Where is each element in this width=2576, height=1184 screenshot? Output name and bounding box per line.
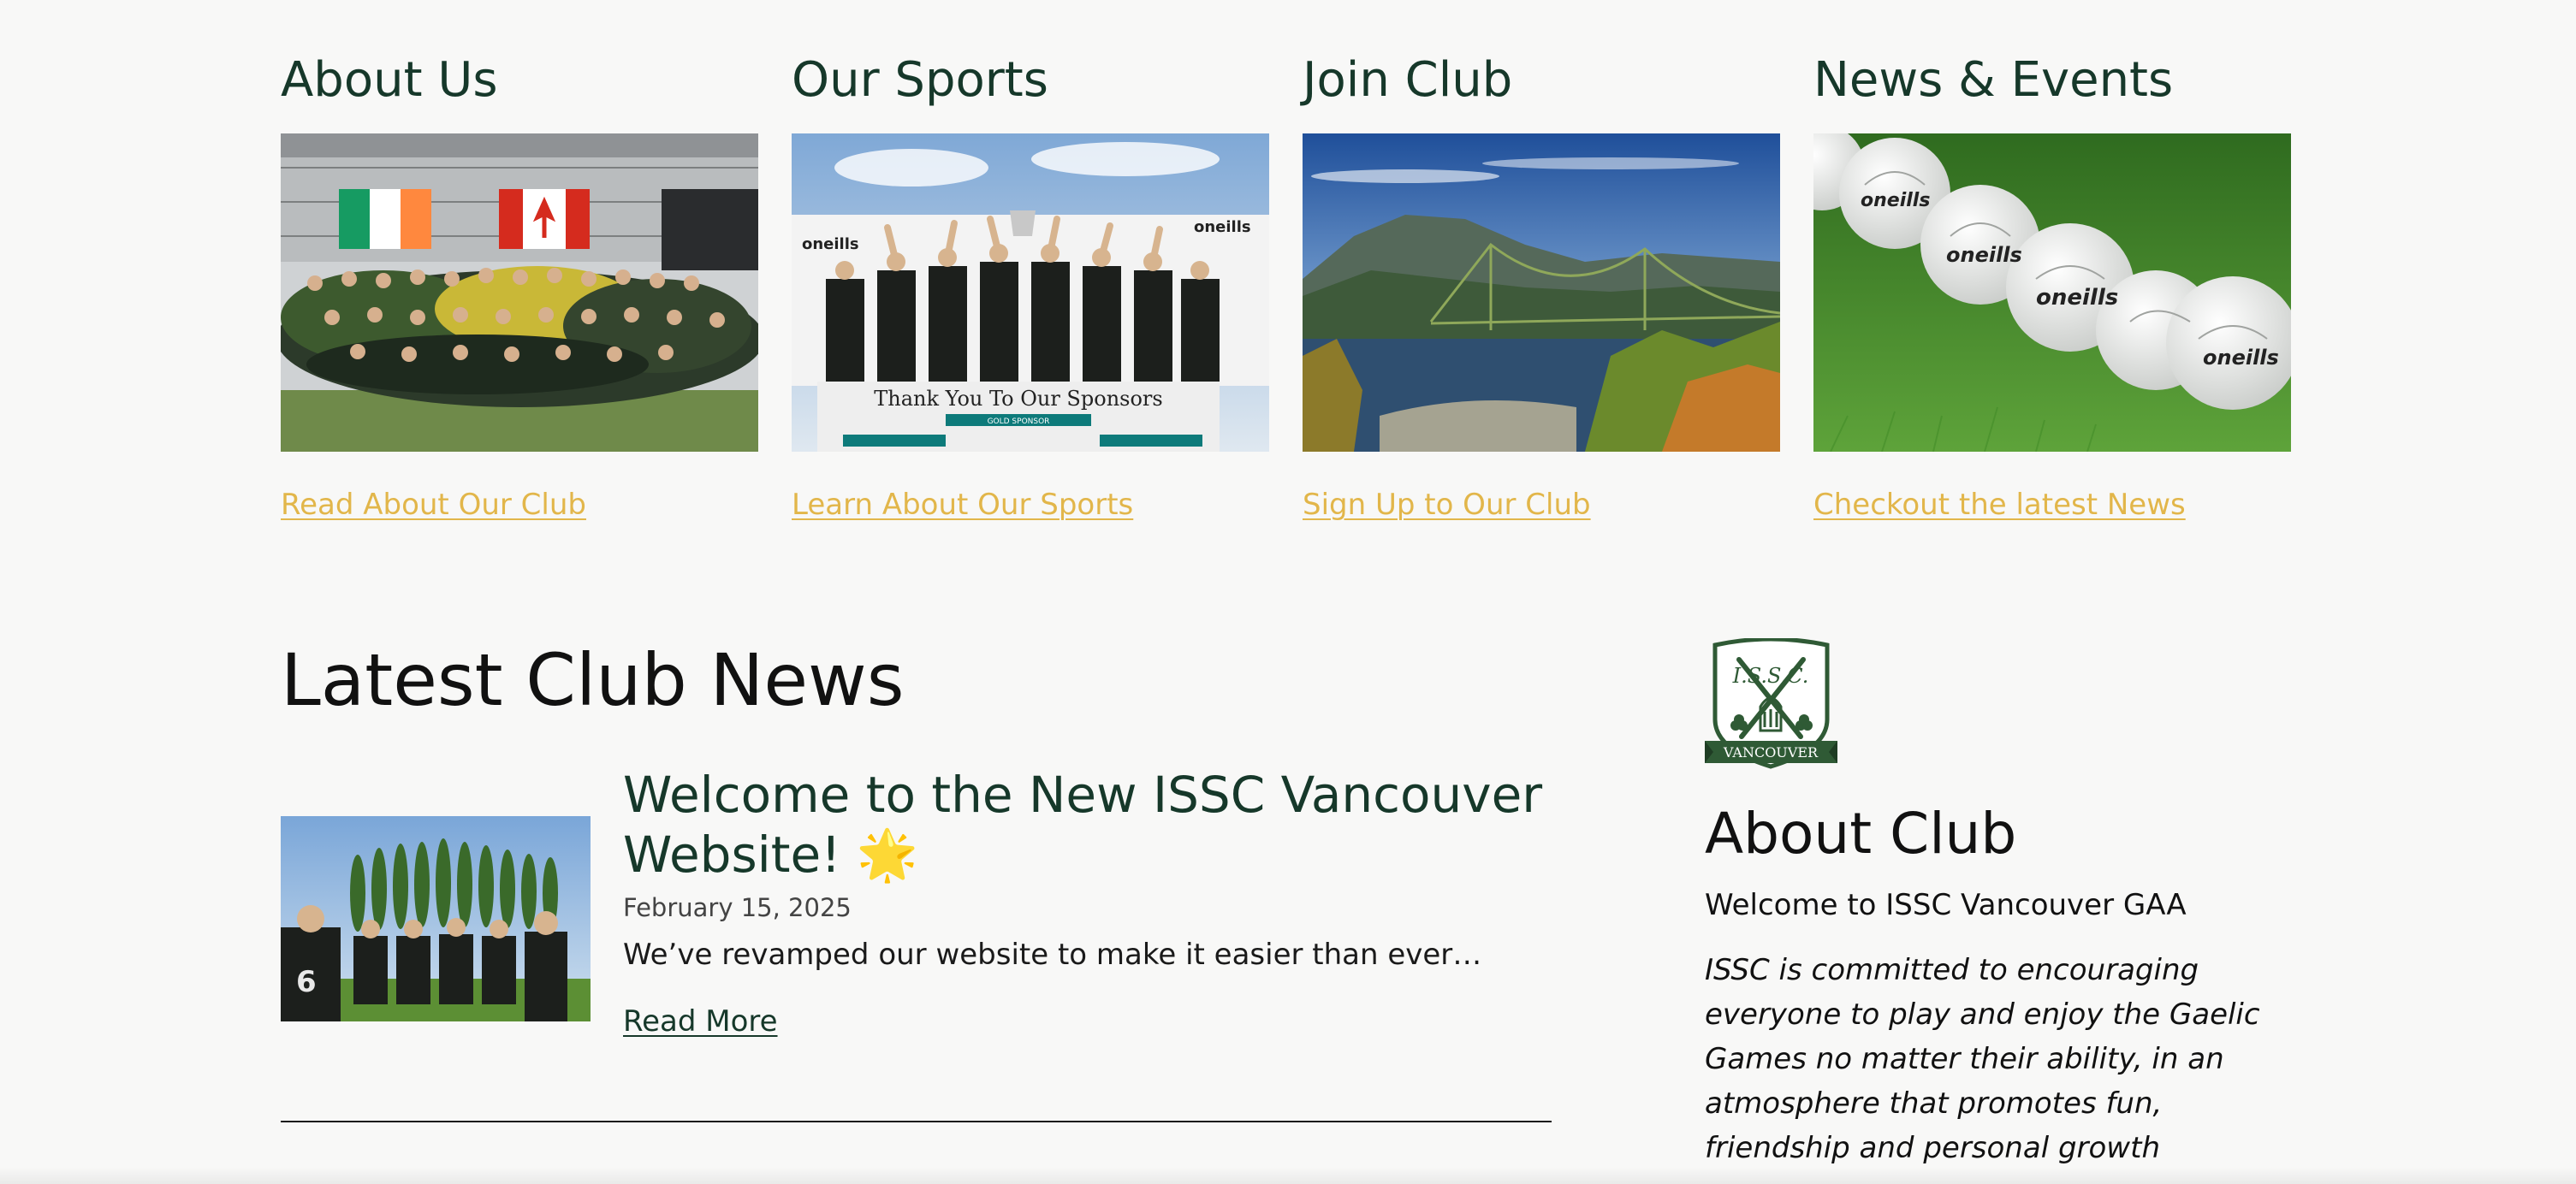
banner-brand-text: oneills [802,235,859,253]
card-our-sports: Our Sports oneills oneills Thank You To … [792,48,1269,522]
read-more-link[interactable]: Read More [623,1004,778,1039]
card-news-events: News & Events oneills oneills oneills on… [1813,48,2291,522]
card-join-club: Join Club Sign Up to Our Club [1303,48,1780,522]
news-post-title[interactable]: Welcome to the New ISSC Vancouver Websit… [623,765,1552,885]
card-title: Our Sports [792,52,1048,108]
card-title: News & Events [1813,52,2174,108]
card-title: Join Club [1303,52,1513,108]
ball-brand-text: oneills [2036,285,2118,311]
team-photo-image[interactable] [281,133,758,452]
bottom-shadow [0,1167,2576,1184]
ball-brand-text: oneills [2203,346,2279,370]
latest-news-section: Latest Club News 6 Welcome to the New IS… [281,633,1552,1122]
ball-brand-text: oneills [1861,190,1930,211]
gold-sponsor-label: GOLD SPONSOR [988,417,1050,426]
ball-brand-text: oneills [1946,243,2022,267]
learn-about-sports-link[interactable]: Learn About Our Sports [792,488,1133,522]
news-post-thumbnail[interactable]: 6 [281,816,591,1021]
about-club-heading: About Club [1705,801,2017,867]
team-celebration-image[interactable]: oneills oneills Thank You To Our Sponsor… [792,133,1269,452]
read-about-club-link[interactable]: Read About Our Club [281,488,586,522]
news-post-date: February 15, 2025 [623,893,852,922]
footballs-on-grass-image[interactable]: oneills oneills oneills oneills [1813,133,2291,452]
club-crest-logo: I.S.S.C. VANCOUVER [1705,638,1837,769]
lions-gate-bridge-image[interactable] [1303,133,1780,452]
welcome-text: Welcome to ISSC Vancouver GAA [1705,888,2187,922]
latest-news-heading: Latest Club News [281,638,905,722]
news-post: 6 Welcome to the New ISSC Vancouver Webs… [281,765,1552,1047]
checkout-news-link[interactable]: Checkout the latest News [1813,488,2186,522]
sign-up-club-link[interactable]: Sign Up to Our Club [1303,488,1591,522]
news-post-body: Welcome to the New ISSC Vancouver Websit… [623,765,1552,1039]
mission-statement: ISSC is committed to encouraging everyon… [1705,953,2260,1165]
card-about-us: About Us Read About Our Club [281,48,758,522]
sponsor-banner-text: Thank You To Our Sponsors [874,387,1162,411]
svg-text:6: 6 [296,965,317,999]
about-club-sidebar: I.S.S.C. VANCOUVER About Club Welcome to… [1705,638,2287,1170]
card-title: About Us [281,52,498,108]
crest-banner-text: VANCOUVER [1723,744,1819,761]
banner-brand-text: oneills [1194,218,1251,236]
news-divider [281,1121,1552,1122]
crest-initials: I.S.S.C. [1732,664,1809,688]
news-post-excerpt: We’ve revamped our website to make it ea… [623,938,1482,972]
feature-cards: About Us Read About Our Club Our Sports … [281,48,2292,522]
